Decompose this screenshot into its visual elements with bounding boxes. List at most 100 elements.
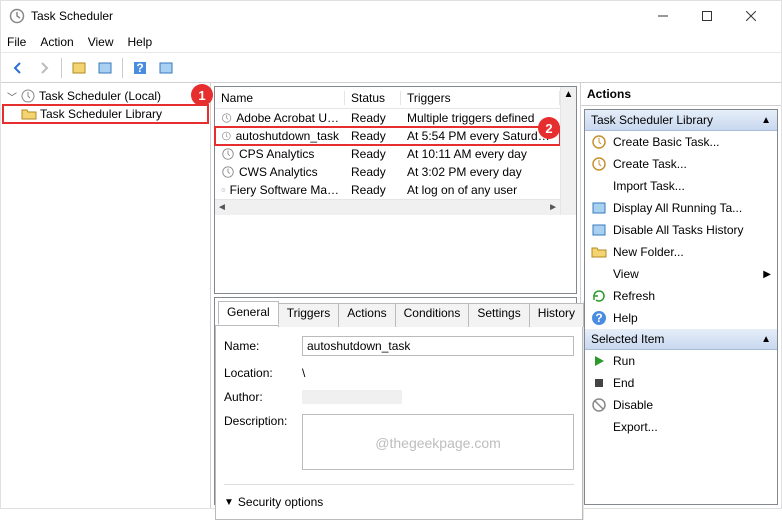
task-status: Ready — [345, 147, 401, 161]
clock-icon — [221, 129, 232, 143]
actions-title: Actions — [581, 83, 781, 106]
app-icon — [9, 8, 25, 24]
col-triggers[interactable]: Triggers — [401, 91, 560, 105]
task-trigger: At log on of any user — [401, 183, 560, 197]
main-content: ﹀ Task Scheduler (Local) Task Scheduler … — [1, 83, 781, 508]
svg-text:?: ? — [136, 61, 143, 75]
action-label: End — [613, 376, 771, 390]
description-input[interactable]: @thegeekpage.com — [302, 414, 574, 470]
action-item[interactable]: Display All Running Ta... — [585, 197, 777, 219]
none-icon — [591, 266, 607, 282]
action-label: New Folder... — [613, 245, 771, 259]
task-trigger: At 5:54 PM every Saturday of even — [401, 129, 560, 143]
menu-view[interactable]: View — [88, 35, 114, 49]
tab-general[interactable]: General — [218, 301, 279, 325]
action-item[interactable]: Disable — [585, 394, 777, 416]
task-row[interactable]: Fiery Software Ma…ReadyAt log on of any … — [215, 181, 560, 199]
action-item[interactable]: ? Help — [585, 307, 777, 329]
maximize-button[interactable] — [685, 2, 729, 30]
task-name: Fiery Software Ma… — [230, 183, 339, 197]
task-list: Name Status Triggers Adobe Acrobat U…Rea… — [215, 87, 560, 199]
task-row[interactable]: CPS Analytics ReadyAt 10:11 AM every day — [215, 145, 560, 163]
close-button[interactable] — [729, 2, 773, 30]
content-pane: Name Status Triggers Adobe Acrobat U…Rea… — [211, 83, 581, 508]
disable-icon — [591, 397, 607, 413]
action-item[interactable]: New Folder... — [585, 241, 777, 263]
toolbar-help-icon[interactable]: ? — [129, 57, 151, 79]
tab-triggers[interactable]: Triggers — [278, 303, 340, 327]
action-item[interactable]: Disable All Tasks History — [585, 219, 777, 241]
menu-file[interactable]: File — [7, 35, 26, 49]
task-name: autoshutdown_task — [236, 129, 339, 143]
action-item[interactable]: Export... — [585, 416, 777, 438]
vertical-scrollbar[interactable]: ▲ — [560, 87, 576, 215]
tab-conditions[interactable]: Conditions — [395, 303, 470, 327]
chevron-up-icon: ▲ — [761, 334, 771, 345]
export-icon — [591, 419, 607, 435]
chevron-right-icon: ▶ — [763, 269, 771, 280]
author-label: Author: — [224, 390, 294, 404]
folder-icon — [21, 106, 37, 122]
action-item[interactable]: End — [585, 372, 777, 394]
task-status: Ready — [345, 165, 401, 179]
minimize-button[interactable] — [641, 2, 685, 30]
menubar: File Action View Help — [1, 31, 781, 53]
horizontal-scrollbar[interactable]: ◄► — [215, 199, 560, 215]
tree-root-label: Task Scheduler (Local) — [39, 89, 161, 103]
task-row[interactable]: autoshutdown_taskReadyAt 5:54 PM every S… — [215, 127, 560, 145]
task-list-header: Name Status Triggers — [215, 87, 560, 109]
tree-library-label: Task Scheduler Library — [40, 107, 162, 121]
action-item[interactable]: View ▶ — [585, 263, 777, 285]
watermark: @thegeekpage.com — [303, 435, 573, 451]
action-item[interactable]: Refresh — [585, 285, 777, 307]
task-row[interactable]: CWS AnalyticsReadyAt 3:02 PM every day — [215, 163, 560, 181]
details-tabs: General Triggers Actions Conditions Sett… — [215, 301, 583, 325]
action-item[interactable]: Import Task... — [585, 175, 777, 197]
action-item[interactable]: Create Task... — [585, 153, 777, 175]
action-item[interactable]: Create Basic Task... — [585, 131, 777, 153]
clock-icon — [591, 134, 607, 150]
task-row[interactable]: Adobe Acrobat U…ReadyMultiple triggers d… — [215, 109, 560, 127]
svg-text:?: ? — [595, 311, 602, 325]
tree-collapse-icon[interactable]: ﹀ — [7, 89, 17, 104]
toolbar-icon-4[interactable] — [155, 57, 177, 79]
details-scrollbar[interactable] — [583, 301, 584, 520]
name-label: Name: — [224, 339, 294, 353]
tab-history[interactable]: History — [529, 303, 584, 327]
actions-group-library[interactable]: Task Scheduler Library ▲ — [585, 110, 777, 131]
col-name[interactable]: Name — [215, 91, 345, 105]
folder-icon — [591, 244, 607, 260]
col-status[interactable]: Status — [345, 91, 401, 105]
task-trigger: Multiple triggers defined — [401, 111, 560, 125]
menu-action[interactable]: Action — [40, 35, 73, 49]
toolbar-icon-2[interactable] — [94, 57, 116, 79]
task-details: General Triggers Actions Conditions Sett… — [215, 301, 576, 504]
titlebar: Task Scheduler — [1, 1, 781, 31]
clock-icon — [221, 111, 232, 125]
forward-button[interactable] — [33, 57, 55, 79]
tab-actions[interactable]: Actions — [338, 303, 395, 327]
clock-icon — [20, 88, 36, 104]
action-label: View — [613, 267, 757, 281]
menu-help[interactable]: Help — [128, 35, 153, 49]
tree-pane: ﹀ Task Scheduler (Local) Task Scheduler … — [1, 83, 211, 508]
security-options[interactable]: ▼ Security options — [224, 495, 574, 509]
author-value — [302, 390, 402, 404]
toolbar-icon-1[interactable] — [68, 57, 90, 79]
actions-group-selected[interactable]: Selected Item ▲ — [585, 329, 777, 350]
action-label: Create Basic Task... — [613, 135, 771, 149]
task-status: Ready — [345, 111, 401, 125]
task-name: CPS Analytics — [239, 147, 314, 161]
tree-root[interactable]: ﹀ Task Scheduler (Local) — [3, 87, 208, 105]
annotation-1: 1 — [191, 84, 213, 106]
name-input[interactable] — [302, 336, 574, 356]
action-label: Refresh — [613, 289, 771, 303]
description-label: Description: — [224, 414, 294, 428]
action-item[interactable]: Run — [585, 350, 777, 372]
task-trigger: At 10:11 AM every day — [401, 147, 560, 161]
tab-settings[interactable]: Settings — [468, 303, 529, 327]
back-button[interactable] — [7, 57, 29, 79]
running-icon — [591, 200, 607, 216]
tree-library[interactable]: Task Scheduler Library — [3, 105, 208, 123]
action-label: Help — [613, 311, 771, 325]
